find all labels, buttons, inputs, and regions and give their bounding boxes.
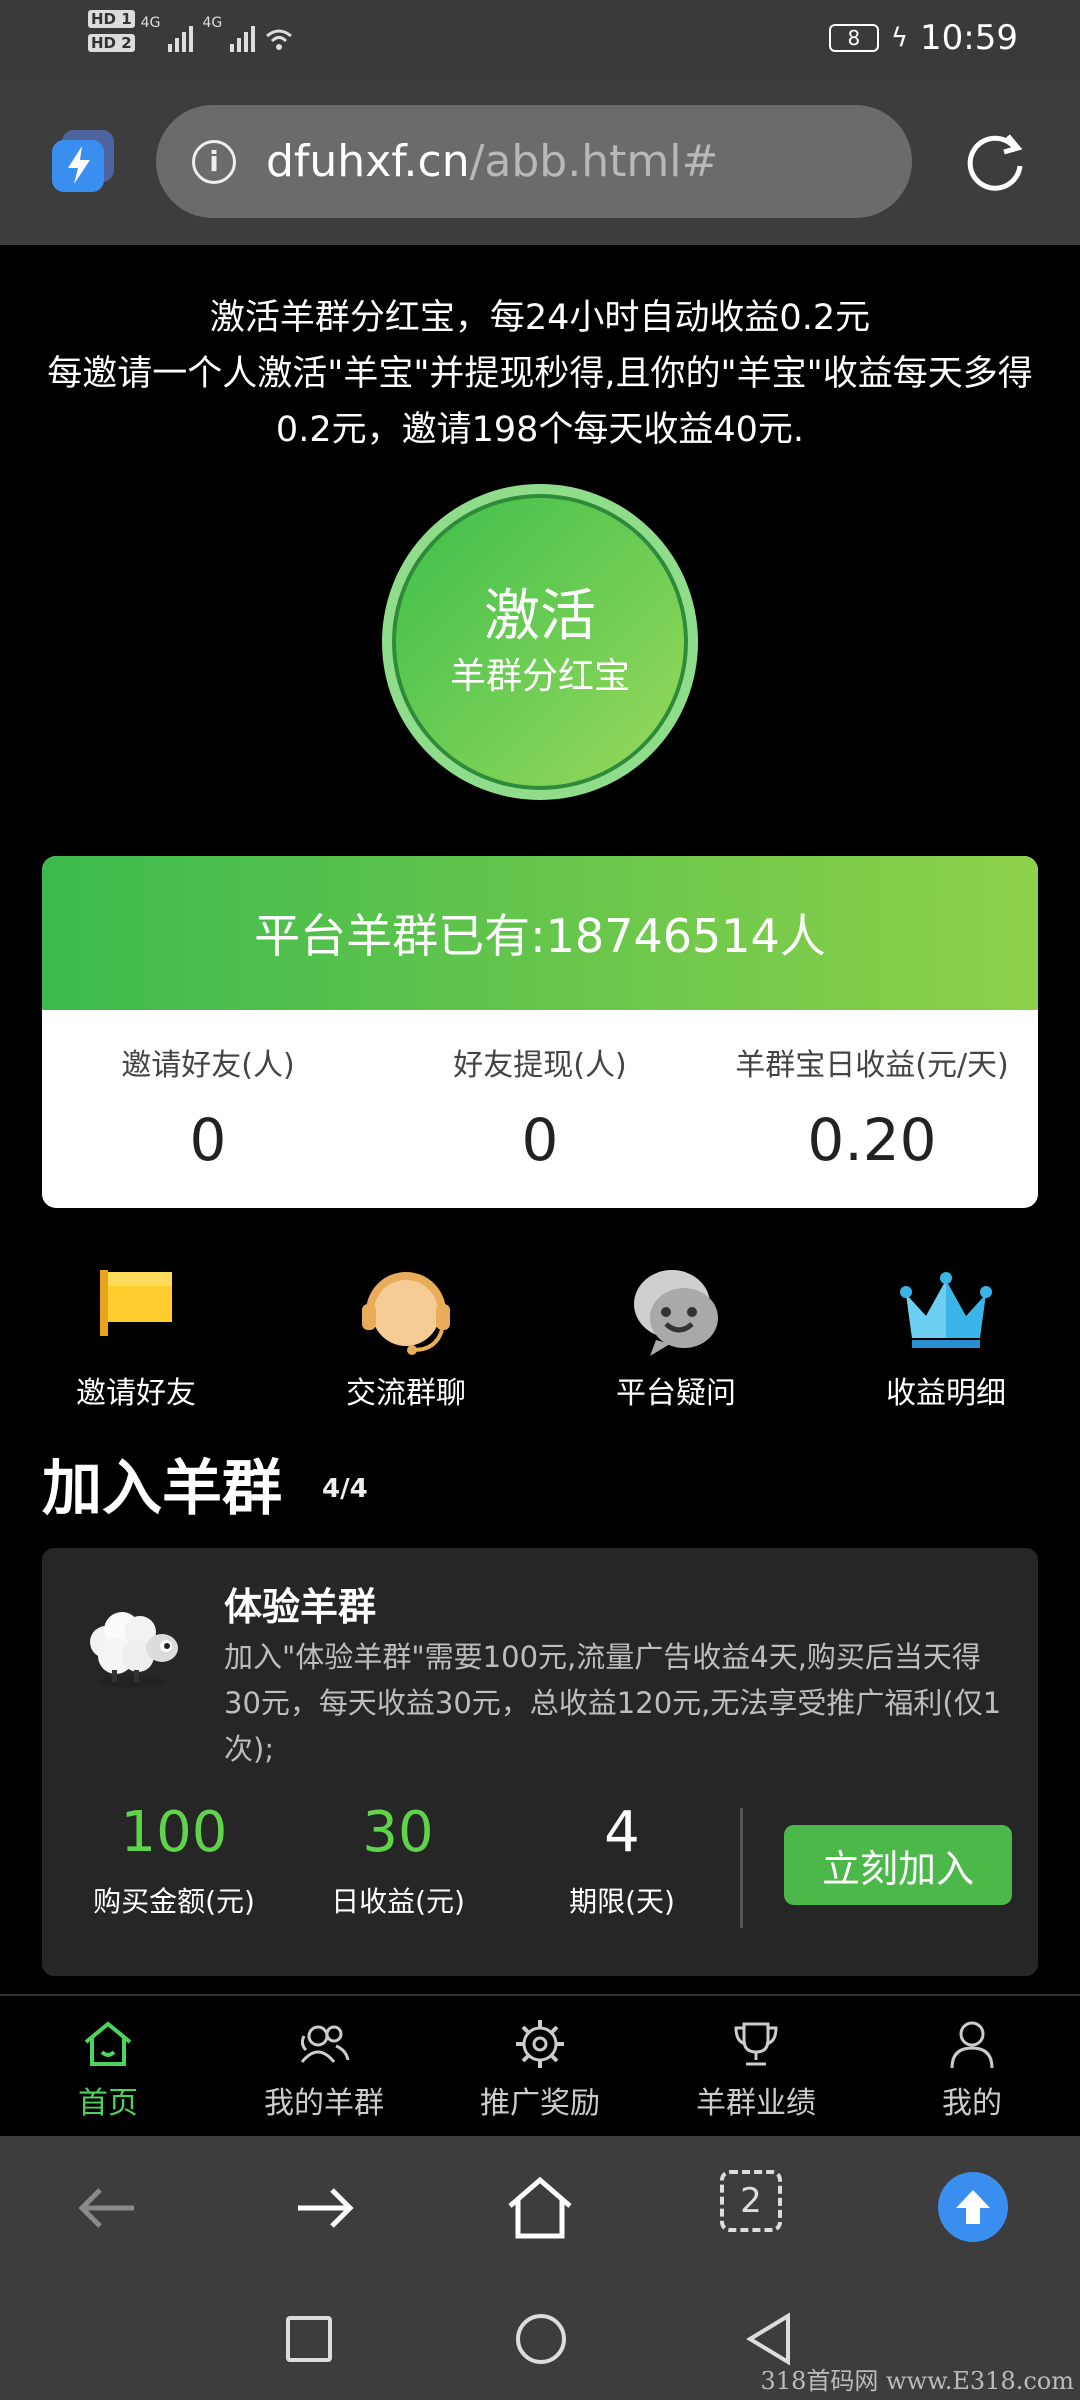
browser-toolbar (0, 2136, 1080, 2280)
recents-icon[interactable] (284, 2314, 334, 2364)
sim1-badge: HD 1 (88, 10, 135, 28)
system-nav-bar: 318首码网 www.E318.com (0, 2280, 1080, 2400)
back-triangle-icon[interactable] (744, 2312, 794, 2366)
stat-invited: 邀请好友(人) 0 (121, 1048, 295, 1174)
tab-flock-performance[interactable]: 羊群业绩 (648, 1996, 864, 2136)
back-arrow-icon[interactable] (72, 2172, 144, 2244)
headset-icon (362, 1272, 450, 1355)
crown-icon (900, 1272, 992, 1348)
tab-me[interactable]: 我的 (864, 1996, 1080, 2136)
gear-icon (516, 2020, 564, 2068)
flag-icon (100, 1270, 172, 1336)
intro-line-2: 每邀请一个人激活"羊宝"并提现秒得,且你的"羊宝"收益每天多得0.2元，邀请19… (47, 354, 1033, 450)
url-domain: dfuhxf.cn (266, 136, 470, 187)
up-arrow-icon (956, 2190, 990, 2224)
url-input[interactable]: i dfuhxf.cn /abb.html# (156, 105, 912, 218)
tab-my-flock[interactable]: 我的羊群 (216, 1996, 432, 2136)
net1-label: 4G (140, 15, 161, 31)
platform-count-headline: 平台羊群已有:18746514人 (42, 856, 1038, 1010)
chat-icon (634, 1270, 718, 1356)
bottom-tab-bar: 首页 我的羊群 推广奖励 羊群业绩 我的 (0, 1994, 1080, 2136)
watermark: 318首码网 www.E318.com (760, 2367, 1074, 2395)
activate-main-label: 激活 (484, 584, 596, 649)
wifi-icon (266, 29, 293, 50)
signal-group: HD 1 HD 2 4G 4G (88, 10, 294, 54)
browser-logo-icon[interactable] (48, 126, 118, 196)
package-term: 4 期限(天) (569, 1800, 675, 1918)
join-now-button[interactable]: 立刻加入 (784, 1825, 1012, 1905)
platform-stats-card: 平台羊群已有:18746514人 邀请好友(人) 0 好友提现(人) 0 羊群宝… (42, 856, 1038, 1208)
activate-button[interactable]: 激活 羊群分红宝 (382, 484, 698, 800)
join-section-title: 加入羊群 (42, 1454, 282, 1524)
info-icon[interactable]: i (192, 139, 236, 184)
package-title: 体验羊群 (224, 1585, 377, 1629)
package-stats: 100 购买金额(元) 30 日收益(元) 4 期限(天) (62, 1798, 734, 1920)
intro-text: 激活羊群分红宝，每24小时自动收益0.2元 每邀请一个人激活"羊宝"并提现秒得,… (30, 290, 1050, 458)
stat-daily-income: 羊群宝日收益(元/天) 0.20 (735, 1048, 1009, 1174)
divider (740, 1808, 743, 1928)
quick-links: 邀请好友 交流群聊 平台疑问 收益明细 (0, 1260, 1080, 1412)
package-price: 100 购买金额(元) (93, 1800, 255, 1918)
net2-label: 4G (202, 15, 223, 31)
quick-platform-faq[interactable]: 平台疑问 (586, 1260, 766, 1412)
reload-icon[interactable] (960, 128, 1030, 198)
sheep-icon (90, 1612, 178, 1688)
quick-income-details[interactable]: 收益明细 (856, 1260, 1036, 1412)
user-icon (950, 2021, 994, 2069)
browser-address-bar: i dfuhxf.cn /abb.html# (0, 80, 1080, 245)
quick-group-chat[interactable]: 交流群聊 (316, 1260, 496, 1412)
package-daily-income: 30 日收益(元) (331, 1800, 465, 1918)
users-icon (300, 2025, 350, 2063)
stat-withdrawn: 好友提现(人) 0 (453, 1048, 627, 1174)
trophy-icon (734, 2022, 778, 2066)
home-icon (84, 2021, 132, 2066)
forward-arrow-icon[interactable] (288, 2172, 360, 2244)
signal-icon (230, 26, 256, 52)
tab-promotion-rewards[interactable]: 推广奖励 (432, 1996, 648, 2136)
home-icon[interactable] (504, 2172, 576, 2244)
clock: 10:59 (920, 18, 1018, 58)
battery-indicator: 8 (828, 24, 879, 52)
tab-switcher-button[interactable]: 2 (720, 2170, 782, 2232)
signal-icon (168, 26, 194, 52)
charging-icon: ϟ (890, 23, 909, 53)
upload-button[interactable] (938, 2172, 1008, 2242)
tab-home[interactable]: 首页 (0, 1996, 216, 2136)
intro-line-1: 激活羊群分红宝，每24小时自动收益0.2元 (209, 298, 871, 338)
quick-invite-friends[interactable]: 邀请好友 (46, 1260, 226, 1412)
url-path: /abb.html# (469, 136, 719, 187)
join-section-count: 4/4 (322, 1474, 368, 1504)
home-circle-icon[interactable] (514, 2312, 568, 2366)
status-bar: HD 1 HD 2 4G 4G 8 ϟ 10:59 (0, 0, 1080, 80)
package-description: 加入"体验羊群"需要100元,流量广告收益4天,购买后当天得30元，每天收益30… (224, 1640, 1002, 1766)
activate-sub-label: 羊群分红宝 (449, 656, 630, 697)
sim2-badge: HD 2 (88, 34, 135, 52)
package-card: 体验羊群 加入"体验羊群"需要100元,流量广告收益4天,购买后当天得30元，每… (42, 1548, 1038, 1976)
